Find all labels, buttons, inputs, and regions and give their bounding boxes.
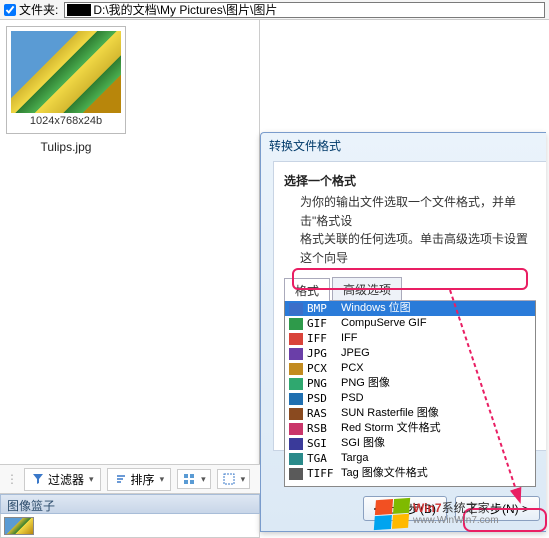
thumbnail-pane: 1024x768x24b Tulips.jpg	[0, 20, 260, 464]
format-ext: TIFF	[307, 466, 341, 481]
format-row-bmp[interactable]: BMPWindows 位图	[285, 301, 535, 316]
format-ext: IFF	[307, 331, 341, 346]
format-icon	[289, 423, 303, 435]
folder-bar: 文件夹: D:\我的文档\My Pictures\图片\图片	[0, 0, 549, 20]
thumbnail-filename: Tulips.jpg	[6, 140, 126, 154]
format-row-tga[interactable]: TGATarga	[285, 451, 535, 466]
format-ext: TGA	[307, 451, 341, 466]
sort-label: 排序	[131, 471, 155, 488]
image-basket-title: 图像篮子	[7, 499, 55, 513]
format-desc: Red Storm 文件格式	[341, 421, 531, 436]
thumbnail-image	[11, 31, 121, 113]
format-desc: Windows 位图	[341, 301, 531, 316]
chevron-down-icon: ▾	[89, 474, 94, 485]
image-basket-header[interactable]: 图像篮子	[0, 494, 260, 514]
grid-icon	[182, 472, 196, 486]
folder-path-input[interactable]: D:\我的文档\My Pictures\图片\图片	[64, 2, 545, 18]
basket-thumbnail[interactable]	[4, 517, 34, 535]
format-row-gif[interactable]: GIFCompuServe GIF	[285, 316, 535, 331]
format-icon	[289, 363, 303, 375]
bottom-toolbar: ⋮ 过滤器 ▾ 排序 ▾ ▾ ▾	[0, 464, 260, 494]
format-ext: PSD	[307, 391, 341, 406]
convert-format-dialog: 转换文件格式 选择一个格式 为你的输出文件选取一个文件格式，并单击"格式设 格式…	[260, 132, 546, 532]
dialog-body: 选择一个格式 为你的输出文件选取一个文件格式，并单击"格式设 格式关联的任何选项…	[273, 161, 546, 451]
folder-checkbox-label[interactable]: 文件夹:	[4, 1, 58, 18]
filter-label: 过滤器	[48, 471, 84, 488]
format-row-ras[interactable]: RASSUN Rasterfile 图像	[285, 406, 535, 421]
funnel-icon	[31, 472, 45, 486]
filter-button[interactable]: 过滤器 ▾	[24, 468, 101, 491]
format-row-jpg[interactable]: JPGJPEG	[285, 346, 535, 361]
format-desc: PNG 图像	[341, 376, 531, 391]
format-ext: SGI	[307, 436, 341, 451]
format-desc: PCX	[341, 361, 531, 376]
format-ext: PNG	[307, 376, 341, 391]
format-desc: IFF	[341, 331, 531, 346]
chevron-down-icon: ▾	[241, 474, 246, 485]
sort-button[interactable]: 排序 ▾	[107, 468, 172, 491]
format-icon	[289, 348, 303, 360]
select-mode-button[interactable]: ▾	[217, 469, 251, 489]
folder-checkbox[interactable]	[4, 4, 16, 16]
format-desc: PSD	[341, 391, 531, 406]
format-icon	[289, 453, 303, 465]
tab-strip: 格式 高级选项	[284, 277, 536, 301]
format-icon	[289, 378, 303, 390]
tab-advanced[interactable]: 高级选项	[332, 277, 402, 300]
divider-handle-icon: ⋮	[6, 472, 18, 486]
folder-label: 文件夹:	[19, 1, 58, 18]
chevron-down-icon: ▾	[160, 474, 165, 485]
format-ext: GIF	[307, 316, 341, 331]
format-row-png[interactable]: PNGPNG 图像	[285, 376, 535, 391]
format-row-sgi[interactable]: SGISGI 图像	[285, 436, 535, 451]
format-list[interactable]: BMPWindows 位图GIFCompuServe GIFIFFIFFJPGJ…	[284, 301, 536, 487]
format-icon	[289, 333, 303, 345]
format-icon	[289, 318, 303, 330]
sort-icon	[114, 472, 128, 486]
thumbnail-card[interactable]: 1024x768x24b Tulips.jpg	[6, 26, 126, 154]
format-icon	[289, 468, 303, 480]
format-desc: CompuServe GIF	[341, 316, 531, 331]
format-icon	[289, 393, 303, 405]
format-icon	[289, 408, 303, 420]
format-ext: PCX	[307, 361, 341, 376]
watermark: Win7系统之家 www.WinWin7.com	[375, 494, 545, 534]
thumbnail-frame: 1024x768x24b	[6, 26, 126, 134]
format-icon	[289, 438, 303, 450]
format-ext: RAS	[307, 406, 341, 421]
image-basket-body	[0, 514, 260, 538]
format-desc: JPEG	[341, 346, 531, 361]
dialog-title: 转换文件格式	[261, 133, 546, 157]
format-row-psd[interactable]: PSDPSD	[285, 391, 535, 406]
format-desc: SUN Rasterfile 图像	[341, 406, 531, 421]
format-row-rsb[interactable]: RSBRed Storm 文件格式	[285, 421, 535, 436]
chevron-down-icon: ▾	[201, 474, 206, 485]
tab-format[interactable]: 格式	[284, 278, 330, 301]
format-row-tiff[interactable]: TIFFTag 图像文件格式	[285, 466, 535, 481]
drive-icon	[67, 4, 91, 16]
format-row-iff[interactable]: IFFIFF	[285, 331, 535, 346]
view-mode-button[interactable]: ▾	[177, 469, 211, 489]
format-row-pcx[interactable]: PCXPCX	[285, 361, 535, 376]
format-desc: Tag 图像文件格式	[341, 466, 531, 481]
format-ext: RSB	[307, 421, 341, 436]
folder-path-text: D:\我的文档\My Pictures\图片\图片	[93, 1, 277, 18]
format-icon	[289, 303, 303, 315]
thumbnail-dimensions: 1024x768x24b	[11, 113, 121, 129]
section-title: 选择一个格式	[284, 172, 536, 189]
select-icon	[222, 472, 236, 486]
format-ext: BMP	[307, 301, 341, 316]
format-ext: JPG	[307, 346, 341, 361]
format-desc: SGI 图像	[341, 436, 531, 451]
format-desc: Targa	[341, 451, 531, 466]
watermark-text: Win7系统之家 www.WinWin7.com	[413, 502, 499, 526]
section-description: 为你的输出文件选取一个文件格式，并单击"格式设 格式关联的任何选项。单击高级选项…	[300, 193, 536, 267]
windows-flag-icon	[374, 498, 410, 530]
